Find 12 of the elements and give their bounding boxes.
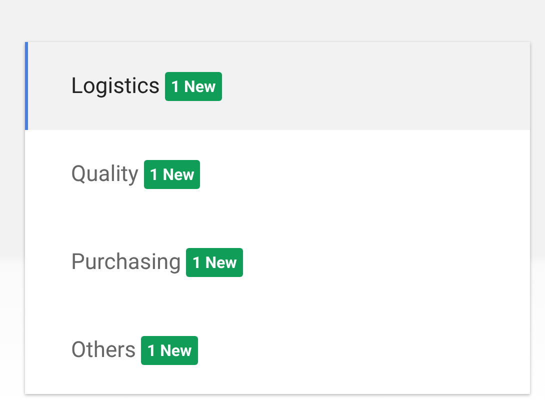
item-label: Purchasing [71,250,182,274]
menu-item[interactable]: Purchasing 1 New [25,218,530,306]
new-badge: 1 New [186,248,243,276]
new-badge: 1 New [140,336,198,364]
new-badge: 1 New [164,72,222,100]
menu-item[interactable]: Logistics 1 New [25,42,530,130]
new-badge: 1 New [144,160,200,188]
item-label: Logistics [71,74,160,98]
menu-item[interactable]: Quality 1 New [25,130,530,218]
item-label: Quality [71,162,139,186]
menu-item[interactable]: Others 1 New [25,306,530,394]
item-label: Others [71,338,136,362]
